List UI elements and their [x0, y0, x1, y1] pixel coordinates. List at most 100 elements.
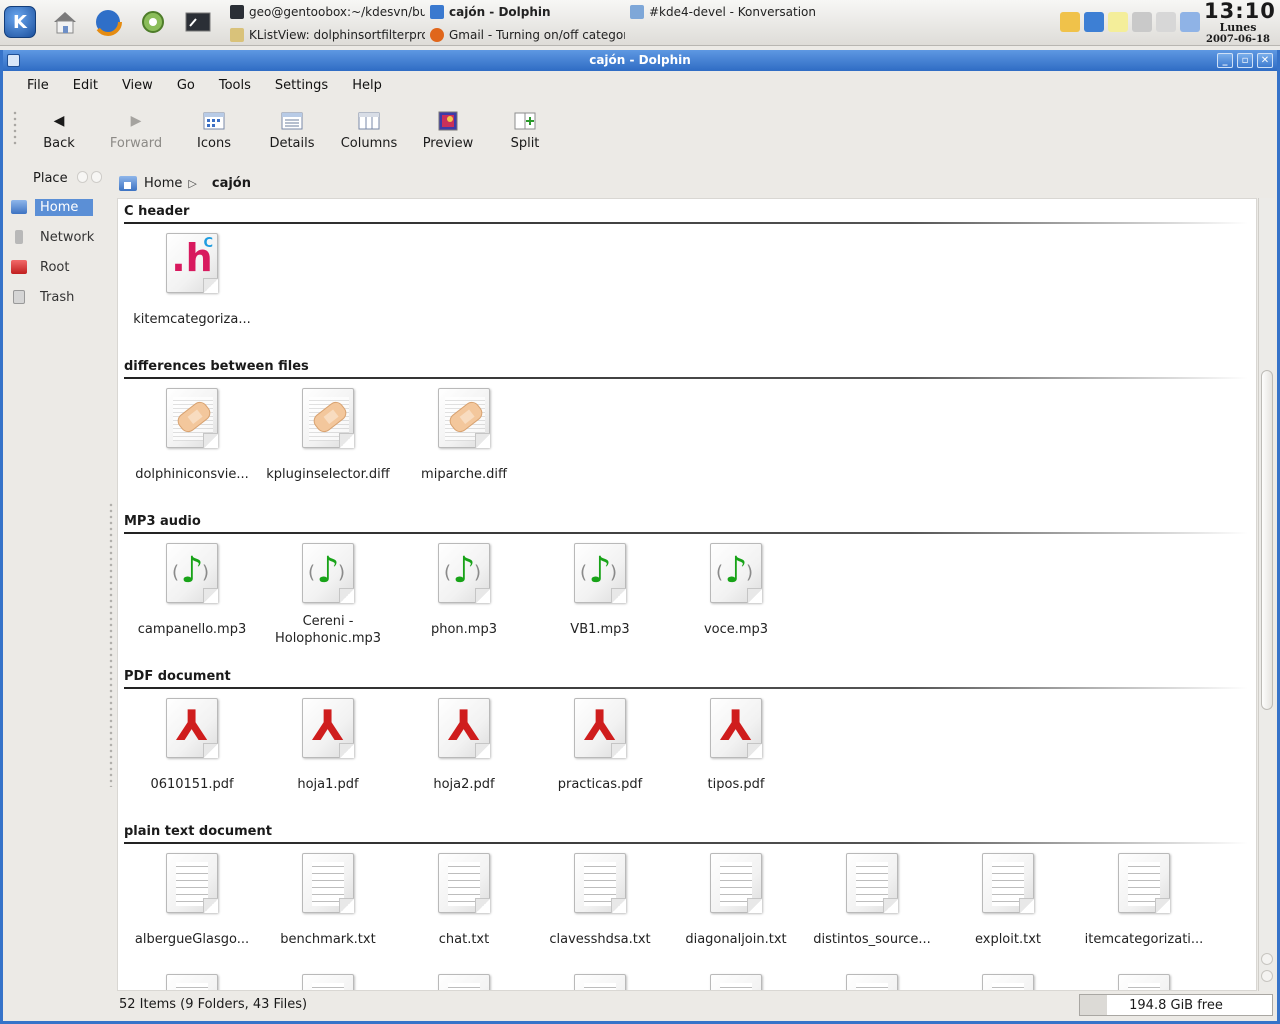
- file-item[interactable]: (♪) voce.mp3: [668, 543, 804, 647]
- menu-edit[interactable]: Edit: [73, 78, 98, 93]
- file-item-partial[interactable]: [804, 974, 940, 990]
- clock[interactable]: 13:10 Lunes 2007-06-18: [1204, 0, 1275, 46]
- text-document-icon: [302, 853, 354, 913]
- file-item[interactable]: itemcategorizati...: [1076, 853, 1212, 948]
- file-item[interactable]: clavesshdsa.txt: [532, 853, 668, 948]
- text-document-icon: [846, 853, 898, 913]
- category-divider: [124, 687, 1248, 689]
- file-item[interactable]: dolphiniconsvie...: [124, 388, 260, 483]
- file-item[interactable]: distintos_source...: [804, 853, 940, 948]
- file-item[interactable]: chat.txt: [396, 853, 532, 948]
- back-label: Back: [43, 136, 75, 151]
- file-item[interactable]: ⅄ 0610151.pdf: [124, 698, 260, 793]
- menu-help[interactable]: Help: [352, 78, 382, 93]
- menu-tools[interactable]: Tools: [219, 78, 251, 93]
- file-item[interactable]: (♪) phon.mp3: [396, 543, 532, 647]
- terminal-launcher[interactable]: [180, 4, 216, 40]
- icons-view-button[interactable]: Icons: [176, 104, 252, 158]
- trash-icon: [13, 290, 25, 304]
- file-item-partial[interactable]: [1076, 974, 1212, 990]
- menu-view[interactable]: View: [122, 78, 153, 93]
- file-item[interactable]: ⅄ practicas.pdf: [532, 698, 668, 793]
- places-item-root[interactable]: Root: [11, 257, 111, 277]
- preview-button[interactable]: Preview: [410, 104, 486, 158]
- task-terminal[interactable]: geo@gentoobox:~/kdesvn/buil: [230, 2, 425, 22]
- lock-tray-icon[interactable]: [1060, 12, 1080, 32]
- file-item-partial[interactable]: [124, 974, 260, 990]
- scroll-down-button[interactable]: [1261, 970, 1273, 982]
- task-klistview[interactable]: KListView: dolphinsortfilterpro: [230, 25, 425, 45]
- network-tray-icon[interactable]: [1132, 12, 1152, 32]
- file-item[interactable]: miparche.diff: [396, 388, 532, 483]
- file-item-partial[interactable]: [396, 974, 532, 990]
- mixer-tray-icon[interactable]: [1156, 12, 1176, 32]
- task-gmail[interactable]: Gmail - Turning on/off categor: [430, 25, 625, 45]
- close-button[interactable]: ✕: [1257, 53, 1273, 68]
- window-menu-icon[interactable]: [7, 54, 20, 67]
- scrollbar-thumb[interactable]: [1261, 370, 1273, 710]
- file-item[interactable]: ⅄ hoja1.pdf: [260, 698, 396, 793]
- home-folder-icon: [54, 12, 76, 34]
- file-item[interactable]: exploit.txt: [940, 853, 1076, 948]
- task-konversation[interactable]: #kde4-devel - Konversation: [630, 2, 830, 22]
- menu-file[interactable]: File: [27, 78, 49, 93]
- file-item-partial[interactable]: [260, 974, 396, 990]
- file-item[interactable]: (♪) Cereni - Holophonic.mp3: [260, 543, 396, 647]
- places-item-network[interactable]: Network: [11, 227, 111, 247]
- file-item[interactable]: (♪) campanello.mp3: [124, 543, 260, 647]
- home-launcher[interactable]: [47, 4, 83, 40]
- forward-arrow-icon: ▶: [130, 113, 142, 129]
- file-item[interactable]: ⅄ tipos.pdf: [668, 698, 804, 793]
- panel-close-button[interactable]: [91, 171, 102, 183]
- places-item-trash[interactable]: Trash: [11, 287, 111, 307]
- columns-view-button[interactable]: Columns: [331, 104, 407, 158]
- file-item-partial[interactable]: [668, 974, 804, 990]
- pdf-icon: ⅄: [302, 698, 354, 758]
- scroll-up-button[interactable]: [1261, 953, 1273, 965]
- file-name: chat.txt: [438, 932, 490, 947]
- dolphin-icon: [430, 5, 444, 19]
- details-view-button[interactable]: Details: [254, 104, 330, 158]
- diff-patch-icon: [166, 388, 218, 448]
- browser-launcher[interactable]: [90, 4, 126, 40]
- category-pdf: PDF document ⅄ 0610151.pdf ⅄ hoja1.pdf ⅄…: [124, 669, 1248, 793]
- menu-go[interactable]: Go: [177, 78, 195, 93]
- split-button[interactable]: Split: [487, 104, 563, 158]
- breadcrumb: Home ▷ cajón: [119, 172, 251, 194]
- user-tray-icon[interactable]: [1180, 12, 1200, 32]
- file-item-partial[interactable]: [532, 974, 668, 990]
- columns-view-icon: [358, 110, 380, 132]
- file-item-partial[interactable]: [940, 974, 1076, 990]
- places-item-home[interactable]: Home: [11, 197, 111, 217]
- panel-float-button[interactable]: [77, 171, 88, 183]
- notes-tray-icon[interactable]: [1108, 12, 1128, 32]
- menu-settings[interactable]: Settings: [275, 78, 328, 93]
- file-item[interactable]: (♪) VB1.mp3: [532, 543, 668, 647]
- maximize-button[interactable]: ▫: [1237, 53, 1253, 68]
- file-item[interactable]: kpluginselector.diff: [260, 388, 396, 483]
- file-item[interactable]: diagonaljoin.txt: [668, 853, 804, 948]
- kde-logo-icon: K: [4, 6, 36, 38]
- title-bar[interactable]: cajón - Dolphin _ ▫ ✕: [3, 50, 1277, 71]
- k-menu-button[interactable]: K: [2, 4, 38, 40]
- text-document-icon: [1118, 974, 1170, 990]
- file-item[interactable]: ⅄ hoja2.pdf: [396, 698, 532, 793]
- file-item[interactable]: benchmark.txt: [260, 853, 396, 948]
- kde-tray-icon[interactable]: [1084, 12, 1104, 32]
- breadcrumb-separator-icon[interactable]: ▷: [188, 177, 196, 190]
- panel-splitter[interactable]: [109, 502, 113, 787]
- file-view[interactable]: C header .h C kitemcategoriza... differen…: [117, 198, 1257, 991]
- split-view-icon: [514, 110, 536, 132]
- breadcrumb-current[interactable]: cajón: [212, 176, 251, 191]
- vertical-scrollbar[interactable]: [1258, 198, 1275, 991]
- minimize-button[interactable]: _: [1217, 53, 1233, 68]
- settings-launcher[interactable]: [135, 4, 171, 40]
- forward-button[interactable]: ▶ Forward: [98, 104, 174, 158]
- toolbar-handle[interactable]: [12, 110, 18, 146]
- file-item[interactable]: .h C kitemcategoriza...: [124, 233, 260, 328]
- category-mp3: MP3 audio (♪) campanello.mp3 (♪) Cereni …: [124, 514, 1248, 647]
- file-item[interactable]: albergueGlasgo...: [124, 853, 260, 948]
- back-button[interactable]: ◀ Back: [21, 104, 97, 158]
- task-dolphin[interactable]: cajón - Dolphin: [430, 2, 625, 22]
- breadcrumb-home[interactable]: Home: [144, 176, 182, 191]
